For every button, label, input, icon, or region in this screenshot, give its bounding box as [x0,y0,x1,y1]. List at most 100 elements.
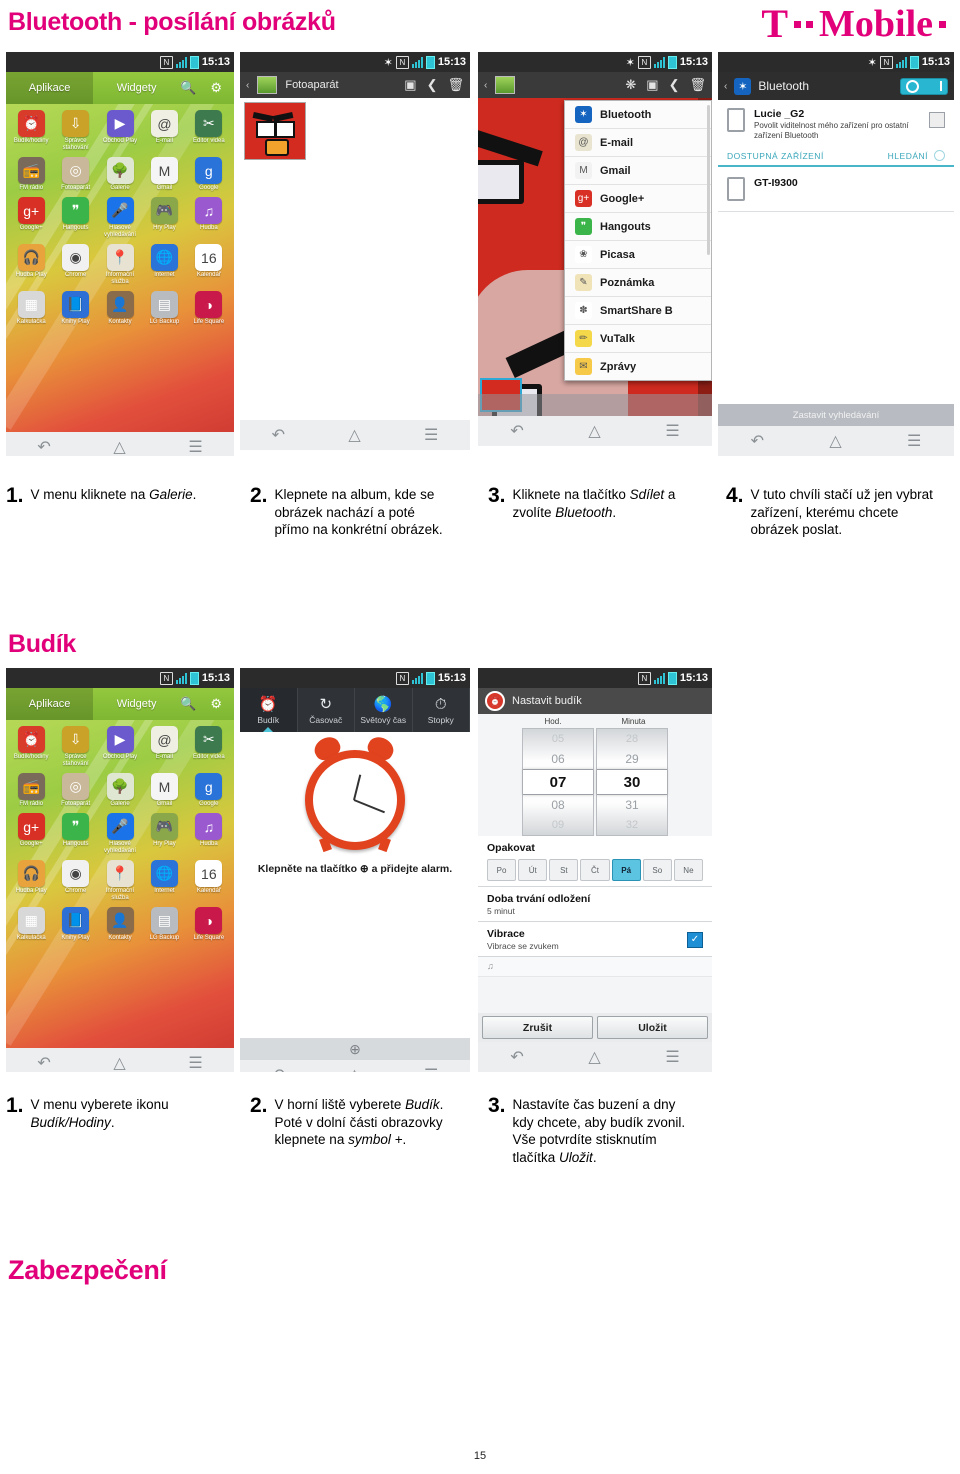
tab-stopky[interactable]: ⏱ Stopky [413,688,470,732]
back-icon[interactable]: ↶ [272,1065,285,1072]
menu-scrollbar[interactable] [707,105,710,255]
chevron-left-icon[interactable]: ‹ [246,80,249,91]
app-icon-informa-n-slu-ba[interactable]: 📍 Informační služba [98,244,142,286]
repeat-day-ne[interactable]: Ne [673,859,703,881]
picker-value[interactable]: 29 [597,749,667,769]
stop-search-button[interactable]: Zastavit vyhledávání [718,404,954,426]
cancel-button[interactable]: Zrušit [482,1016,593,1039]
app-icon-hudba[interactable]: ♫ Hudba [187,813,231,855]
my-device-row[interactable]: Lucie _G2 Povolit viditelnost mého zaříz… [718,100,954,147]
app-icon-hangouts[interactable]: ❞ Hangouts [53,197,97,239]
menu-icon[interactable]: ☰ [424,1065,438,1072]
app-icon-kalend-[interactable]: 16 Kalendář [187,860,231,902]
app-icon-editor-videa[interactable]: ✂ Editor videa [187,110,231,152]
search-icon[interactable]: 🔍 [180,80,196,96]
app-icon-life-square[interactable]: ◑ Life Square [187,291,231,326]
menu-icon[interactable]: ☰ [188,1053,202,1072]
tab-aplikace[interactable]: Aplikace [6,72,94,104]
app-icon-hangouts[interactable]: ❞ Hangouts [53,813,97,855]
tab-svetovy-cas[interactable]: 🌎 Světový čas [355,688,413,732]
app-icon-hry-play[interactable]: 🎮 Hry Play [142,197,186,239]
app-icon-google-[interactable]: g+ Google+ [9,813,53,855]
share-item-vutalk[interactable]: ✏ VuTalk [565,325,711,353]
back-icon[interactable]: ↶ [510,421,523,441]
tab-aplikace[interactable]: Aplikace [6,688,94,720]
share-item-gmail[interactable]: M Gmail [565,157,711,185]
chevron-left-icon[interactable]: ‹ [484,80,487,91]
trash-icon[interactable]: 🗑 [447,77,464,93]
home-icon[interactable]: △ [588,421,600,441]
app-icon-kalend-[interactable]: 16 Kalendář [187,244,231,286]
search-icon[interactable]: 🔍 [180,696,196,712]
app-icon-internet[interactable]: 🌐 Internet [142,244,186,286]
repeat-day-pá[interactable]: Pá [611,859,641,881]
picker-value[interactable]: 09 [523,815,593,835]
app-icon-google[interactable]: g Google [187,157,231,192]
camera-icon[interactable]: ▣ [646,77,658,93]
app-icon-informa-n-slu-ba[interactable]: 📍 Informační služba [98,860,142,902]
share-item-zpr-vy[interactable]: ✉ Zprávy [565,353,711,380]
app-icon-google-[interactable]: g+ Google+ [9,197,53,239]
share-item-e-mail[interactable]: @ E-mail [565,129,711,157]
picker-value[interactable]: 08 [523,795,593,815]
hour-picker[interactable]: 05 06 07 08 09 [522,728,594,836]
app-icon-e-mail[interactable]: @ E-mail [142,726,186,768]
snooze-section[interactable]: Doba trvání odložení 5 minut [478,887,712,922]
repeat-day-út[interactable]: Út [518,859,548,881]
app-icon-fm-r-dio[interactable]: 📻 FM rádio [9,773,53,808]
share-item-picasa[interactable]: ❀ Picasa [565,241,711,269]
back-icon[interactable]: ↶ [510,1047,523,1067]
chevron-left-icon[interactable]: ‹ [724,81,727,92]
app-icon-chrome[interactable]: ◉ Chrome [53,860,97,902]
tab-budik[interactable]: ⏰ Budík [240,688,298,732]
share-item-bluetooth[interactable]: ✶ Bluetooth [565,101,711,129]
picker-value[interactable]: 07 [523,769,593,795]
menu-icon[interactable]: ☰ [424,425,438,445]
picker-value[interactable]: 06 [523,749,593,769]
home-icon[interactable]: △ [348,1065,360,1072]
album-thumbnail-icon[interactable] [257,76,278,94]
home-icon[interactable]: △ [829,431,841,451]
app-icon-fm-r-dio[interactable]: 📻 FM rádio [9,157,53,192]
tab-widgety[interactable]: Widgety [93,698,180,710]
app-icon-gmail[interactable]: M Gmail [142,773,186,808]
add-alarm-button[interactable]: ⊕ [240,1038,470,1060]
back-icon[interactable]: ↶ [751,431,764,451]
app-icon-hudba[interactable]: ♫ Hudba [187,197,231,239]
app-icon-hlasov-vyhled-v-n-[interactable]: 🎤 Hlasové vyhledávání [98,813,142,855]
picker-value[interactable]: 32 [597,815,667,835]
ringtone-section[interactable]: ♫ [478,957,712,977]
bluetooth-toggle[interactable] [900,77,948,95]
vibrate-checkbox[interactable]: ✓ [687,931,703,948]
search-label[interactable]: HLEDÁNÍ [888,151,928,161]
app-icon-editor-videa[interactable]: ✂ Editor videa [187,726,231,768]
repeat-days[interactable]: Po Út St Čt Pá So Ne [487,859,703,881]
app-icon-bud-k-hodiny[interactable]: ⏰ Budík/hodiny [9,726,53,768]
home-icon[interactable]: △ [113,437,125,456]
app-icon-obchod-play[interactable]: ▶ Obchod Play [98,110,142,152]
gear-icon[interactable]: ⚙ [210,696,222,712]
app-icon-spr-vce-stahov-n-[interactable]: ⇩ Správce stahování [53,110,97,152]
app-icon-hudba-play[interactable]: 🎧 Hudba Play [9,860,53,902]
app-icon-google[interactable]: g Google [187,773,231,808]
app-icon-knihy-play[interactable]: 📘 Knihy Play [53,291,97,326]
app-icon-kalkula-ka[interactable]: ▦ Kalkulačka [9,907,53,942]
app-icon-chrome[interactable]: ◉ Chrome [53,244,97,286]
app-icon-kalkula-ka[interactable]: ▦ Kalkulačka [9,291,53,326]
app-icon-kontakty[interactable]: 👤 Kontakty [98,291,142,326]
tab-casovac[interactable]: ↻ Časovač [298,688,355,732]
back-icon[interactable]: ↶ [272,425,285,445]
app-icon-e-mail[interactable]: @ E-mail [142,110,186,152]
app-icon-life-square[interactable]: ◑ Life Square [187,907,231,942]
app-icon-galerie[interactable]: 🌳 Galerie [98,773,142,808]
share-item-smartshare-b[interactable]: ✽ SmartShare B [565,297,711,325]
menu-icon[interactable]: ☰ [665,421,679,441]
back-icon[interactable]: ↶ [37,1053,50,1072]
share-item-google-[interactable]: g+ Google+ [565,185,711,213]
camera-icon[interactable]: ▣ [404,77,416,93]
visibility-checkbox[interactable] [929,112,945,128]
repeat-day-st[interactable]: St [549,859,579,881]
app-icon-hudba-play[interactable]: 🎧 Hudba Play [9,244,53,286]
app-icon-fotoapar-t[interactable]: ◎ Fotoaparát [53,773,97,808]
tab-widgety[interactable]: Widgety [93,82,180,94]
